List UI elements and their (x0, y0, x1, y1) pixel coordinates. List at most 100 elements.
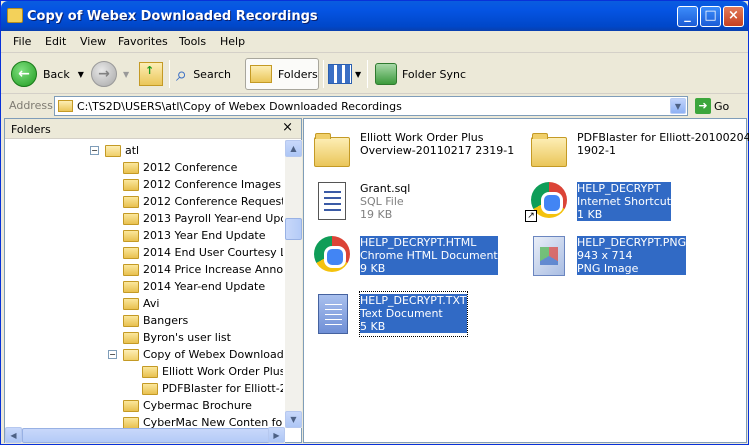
tree-node[interactable]: Bangers (123, 312, 188, 329)
folder-icon (123, 280, 139, 293)
tree-node-label: Byron's user list (143, 331, 231, 344)
folder-icon (123, 297, 139, 310)
list-item-selected[interactable]: HELP_DECRYPT.HTML Chrome HTML Document 9 K… (312, 234, 498, 278)
tree-node[interactable]: 2014 End User Courtesy Letter (123, 244, 283, 261)
vertical-scrollbar[interactable]: ▲ ▼ (285, 140, 302, 428)
folder-icon (123, 229, 139, 242)
list-item-selected[interactable]: ↗ HELP_DECRYPT Internet Shortcut 1 KB (525, 180, 672, 224)
tree-node-selected[interactable]: Copy of Webex Downloaded (123, 346, 283, 363)
tree-node-label: atl (125, 144, 140, 157)
close-icon[interactable]: × (282, 120, 293, 135)
folder-tree: − atl 2012 Conference 2012 Conference Im… (5, 140, 283, 428)
item-type: PNG Image (577, 262, 687, 275)
item-text: HELP_DECRYPT.HTML Chrome HTML Document 9 K… (360, 234, 498, 278)
folder-icon (123, 348, 139, 361)
collapse-icon[interactable]: − (90, 146, 99, 155)
tree-node[interactable]: 2012 Conference (123, 159, 237, 176)
folder-sync-button[interactable]: Folder Sync (375, 58, 466, 90)
item-name: PDFBlaster for Elliott-20100204 (577, 131, 749, 144)
menu-file[interactable]: File (13, 35, 31, 48)
address-field[interactable]: C:\TS2D\USERS\atl\Copy of Webex Download… (54, 96, 688, 116)
document-icon (312, 180, 352, 224)
minimize-button[interactable]: _ (677, 6, 698, 27)
item-type: Chrome HTML Document (360, 249, 498, 262)
folders-pane-header: Folders × (5, 119, 301, 139)
views-icon (328, 64, 352, 84)
close-button[interactable]: × (723, 6, 744, 27)
scroll-right-icon[interactable]: ▶ (268, 427, 285, 443)
folder-icon (123, 331, 139, 344)
chevron-down-icon[interactable]: ▼ (78, 70, 84, 79)
scroll-thumb[interactable] (285, 218, 302, 240)
folder-icon (123, 195, 139, 208)
tree-node[interactable]: CyberMac New Conten for W (123, 414, 283, 428)
tree-node[interactable]: Byron's user list (123, 329, 231, 346)
tree-node-label: 2014 Price Increase Announce (143, 263, 283, 276)
collapse-icon[interactable]: − (108, 350, 117, 359)
item-name-cont: Overview-20110217 2319-1 (360, 144, 515, 157)
item-type: Internet Shortcut (577, 195, 672, 208)
menu-help[interactable]: Help (220, 35, 245, 48)
forward-button[interactable]: → ▼ (91, 58, 129, 90)
search-icon: ⌕ (176, 62, 188, 86)
folders-button[interactable]: Folders (245, 58, 319, 90)
tree-node-label: Elliott Work Order Plus Ov (162, 365, 283, 378)
chevron-down-icon[interactable]: ▼ (123, 70, 129, 79)
tree-node[interactable]: atl (105, 142, 139, 159)
tree-node[interactable]: PDFBlaster for Elliott-201 (142, 380, 283, 397)
tree-node-label: 2012 Conference Requests (143, 195, 283, 208)
folder-icon (123, 212, 139, 225)
tree-node[interactable]: Avi (123, 295, 159, 312)
tree-node-label: Avi (143, 297, 160, 310)
scroll-up-icon[interactable]: ▲ (285, 140, 302, 157)
folder-icon (123, 416, 139, 428)
title-bar[interactable]: Copy of Webex Downloaded Recordings _ □ … (1, 1, 748, 31)
item-name: HELP_DECRYPT.PNG (577, 236, 687, 249)
chevron-down-icon: ▼ (355, 69, 362, 79)
menu-edit[interactable]: Edit (45, 35, 66, 48)
tree-node[interactable]: 2013 Payroll Year-end Update (123, 210, 283, 227)
search-button[interactable]: ⌕ Search (176, 58, 231, 90)
png-image-icon (529, 234, 569, 278)
scroll-left-icon[interactable]: ◀ (5, 427, 22, 443)
chevron-down-icon[interactable]: ▼ (670, 98, 686, 114)
menu-bar: File Edit View Favorites Tools Help (1, 31, 748, 82)
menu-favorites[interactable]: Favorites (118, 35, 168, 48)
up-folder-icon: ↑ (139, 62, 163, 86)
folder-icon (142, 382, 158, 395)
tree-node[interactable]: Elliott Work Order Plus Ov (142, 363, 283, 380)
menu-view[interactable]: View (80, 35, 106, 48)
folder-icon (123, 399, 139, 412)
maximize-button[interactable]: □ (700, 6, 721, 27)
scroll-down-icon[interactable]: ▼ (285, 411, 302, 428)
tree-node[interactable]: 2013 Year End Update (123, 227, 266, 244)
folder-icon (312, 129, 352, 173)
tree-node-label: CyberMac New Conten for W (143, 416, 283, 428)
tree-node[interactable]: 2014 Price Increase Announce (123, 261, 283, 278)
list-item-selected[interactable]: HELP_DECRYPT.TXT Text Document 5 KB (312, 291, 468, 337)
item-name-cont: 1902-1 (577, 144, 616, 157)
views-button[interactable]: ▼ (328, 58, 361, 90)
go-arrow-icon: ➜ (695, 98, 711, 114)
forward-arrow-icon: → (91, 61, 117, 87)
menu-tools[interactable]: Tools (179, 35, 206, 48)
folder-icon (123, 246, 139, 259)
item-text: Grant.sql SQL File 19 KB (360, 180, 410, 224)
tree-node[interactable]: Cybermac Brochure (123, 397, 252, 414)
tree-node[interactable]: 2012 Conference Images (123, 176, 281, 193)
horizontal-scrollbar[interactable]: ◀ ▶ (5, 427, 285, 443)
back-button[interactable]: ← Back ▼ (11, 58, 84, 90)
go-button[interactable]: ➜ Go (695, 98, 729, 114)
list-item[interactable]: Elliott Work Order Plus Overview-20110217… (312, 129, 514, 173)
up-folder-button[interactable]: ↑ (139, 58, 163, 90)
tree-node-label: Cybermac Brochure (143, 399, 252, 412)
list-item[interactable]: PDFBlaster for Elliott-20100204 1902-1 (529, 129, 749, 173)
list-item-selected[interactable]: HELP_DECRYPT.PNG 943 x 714 PNG Image (529, 234, 687, 278)
tree-node[interactable]: 2014 Year-end Update (123, 278, 265, 295)
list-item[interactable]: Grant.sql SQL File 19 KB (312, 180, 410, 224)
tree-node[interactable]: 2012 Conference Requests (123, 193, 283, 210)
folder-icon (142, 365, 158, 378)
tree-node-label: PDFBlaster for Elliott-201 (162, 382, 283, 395)
scroll-thumb[interactable] (22, 428, 270, 443)
chrome-icon (312, 234, 352, 278)
